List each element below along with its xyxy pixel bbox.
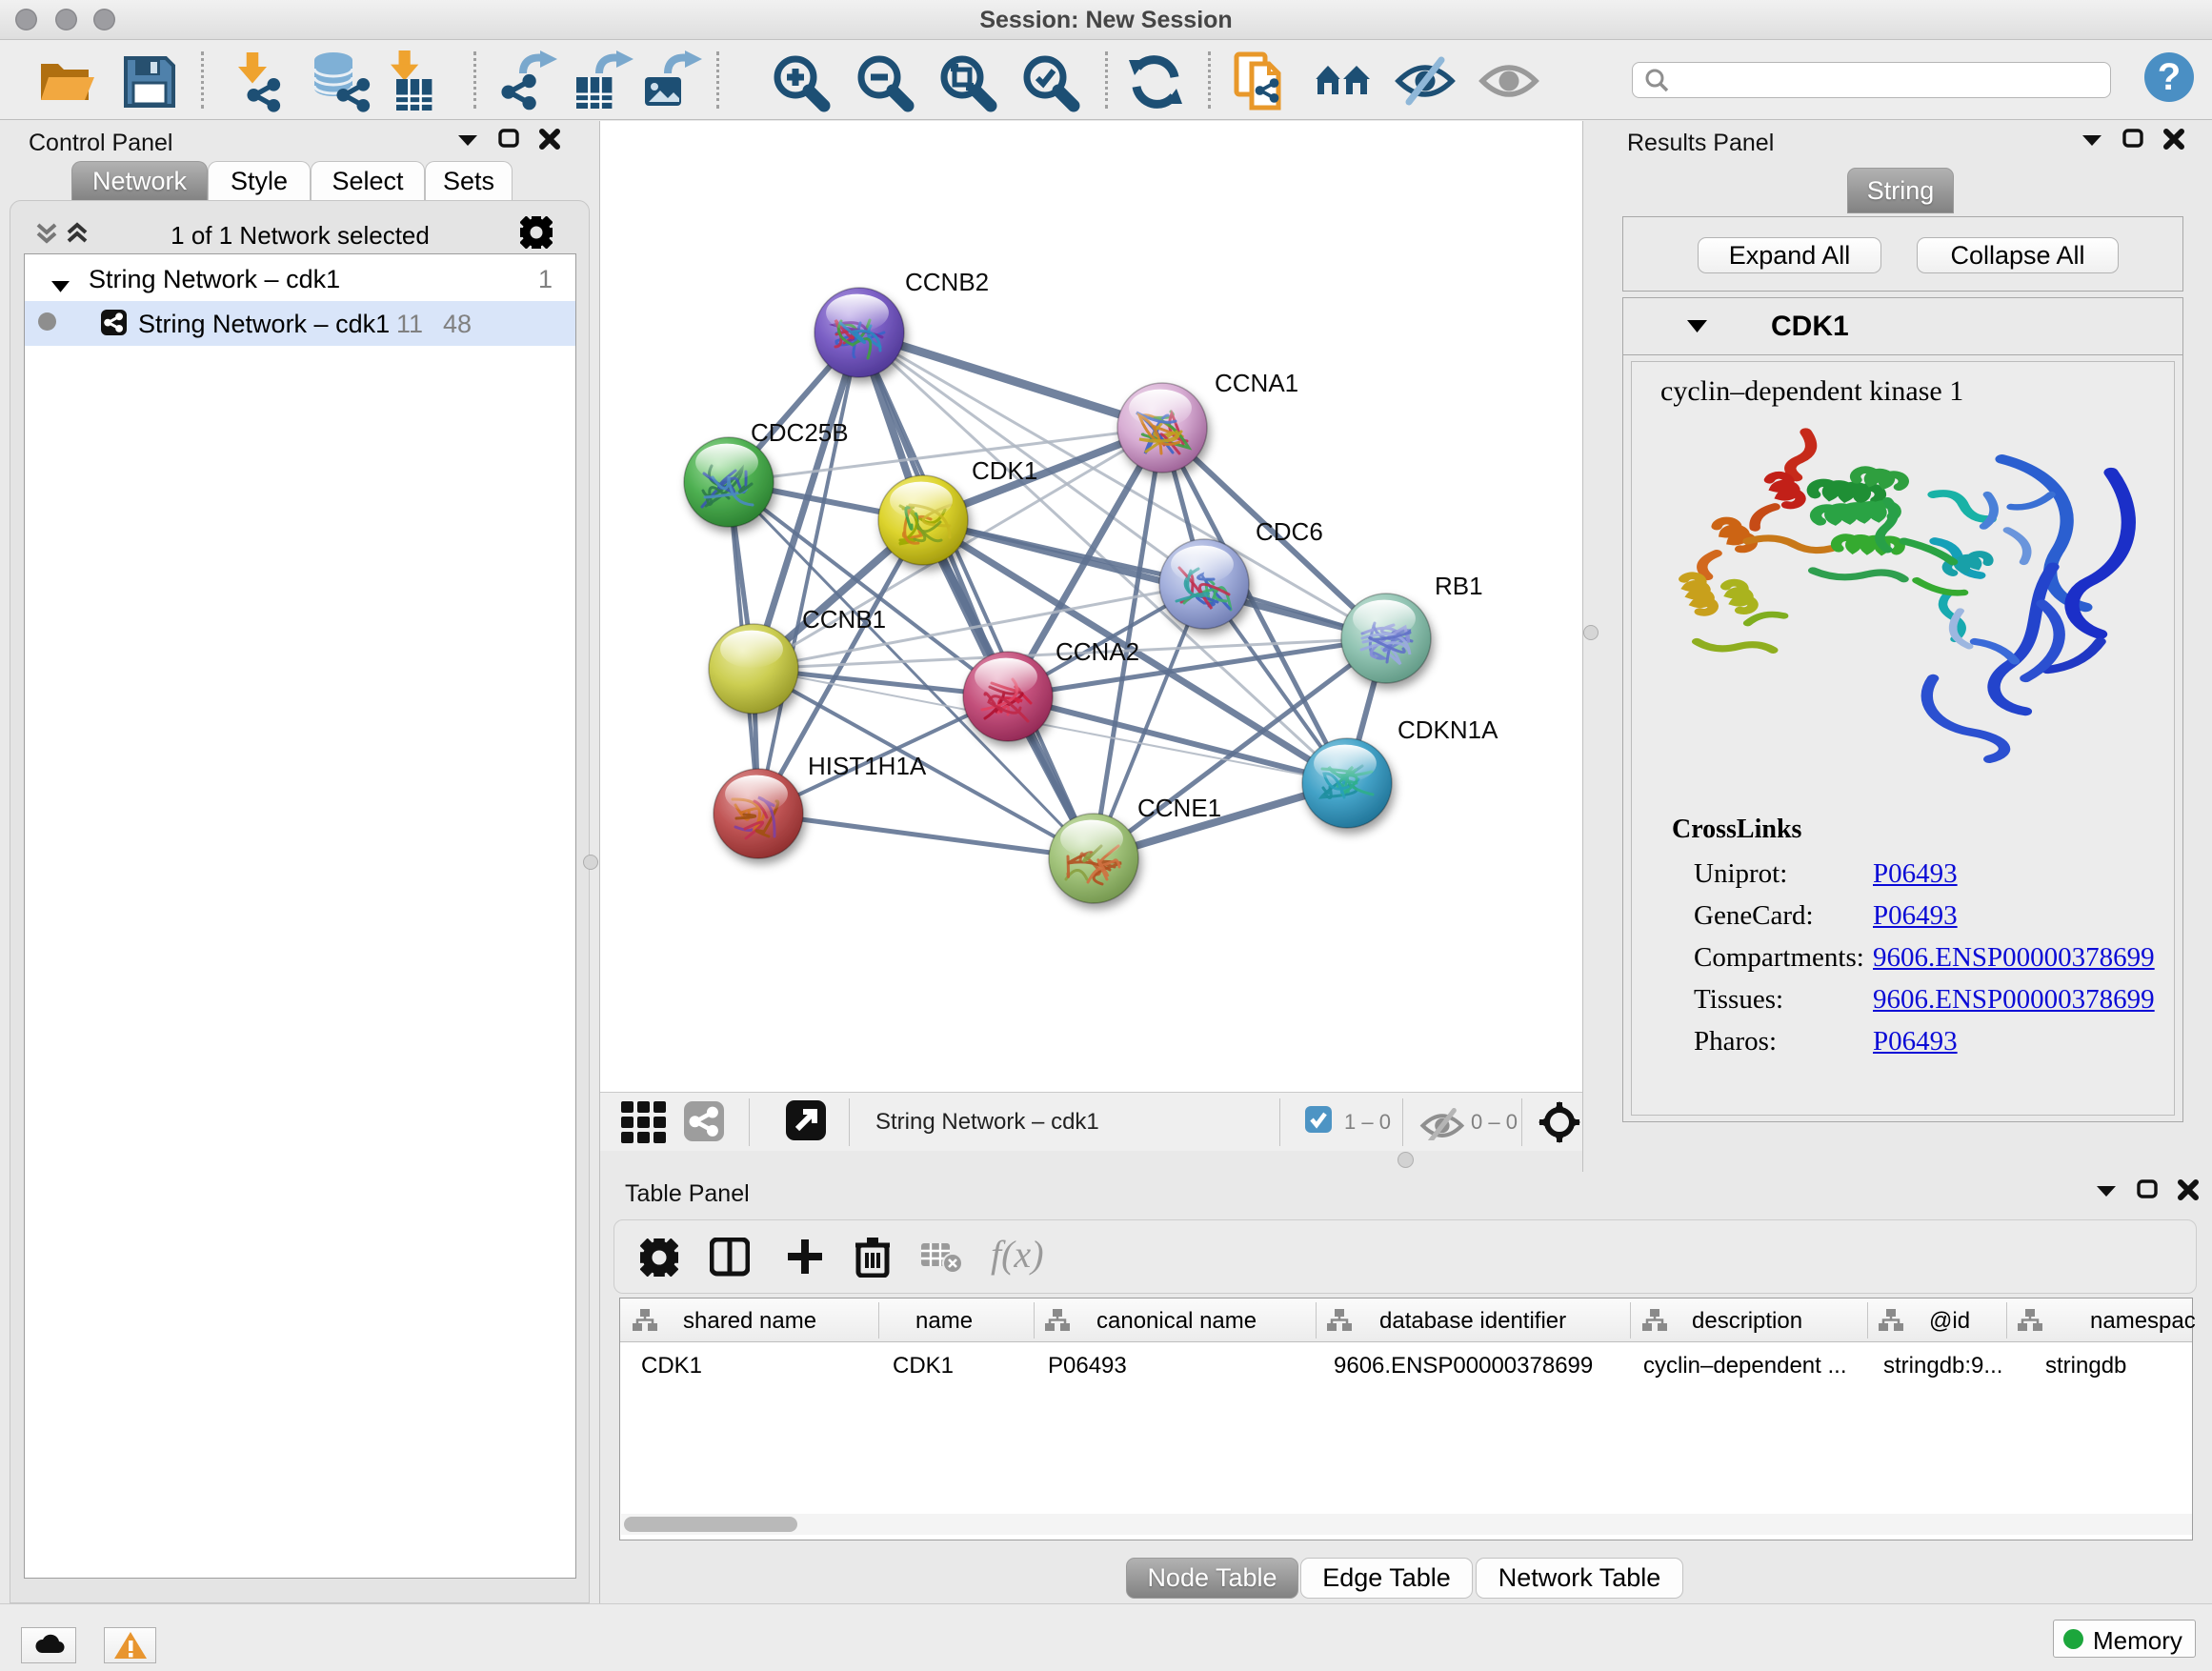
svg-text:CDC25B: CDC25B xyxy=(751,418,849,447)
svg-text:CCNA2: CCNA2 xyxy=(1056,637,1139,666)
svg-text:CCNE1: CCNE1 xyxy=(1137,794,1221,822)
svg-text:CCNB1: CCNB1 xyxy=(802,605,886,634)
svg-text:CDC6: CDC6 xyxy=(1256,517,1323,546)
svg-text:CDK1: CDK1 xyxy=(972,456,1037,485)
svg-text:RB1: RB1 xyxy=(1435,572,1483,600)
svg-text:?: ? xyxy=(2158,56,2181,98)
svg-text:CCNA1: CCNA1 xyxy=(1215,369,1298,397)
svg-text:CDKN1A: CDKN1A xyxy=(1398,715,1498,744)
svg-text:CCNB2: CCNB2 xyxy=(905,268,989,296)
svg-text:HIST1H1A: HIST1H1A xyxy=(808,752,927,780)
